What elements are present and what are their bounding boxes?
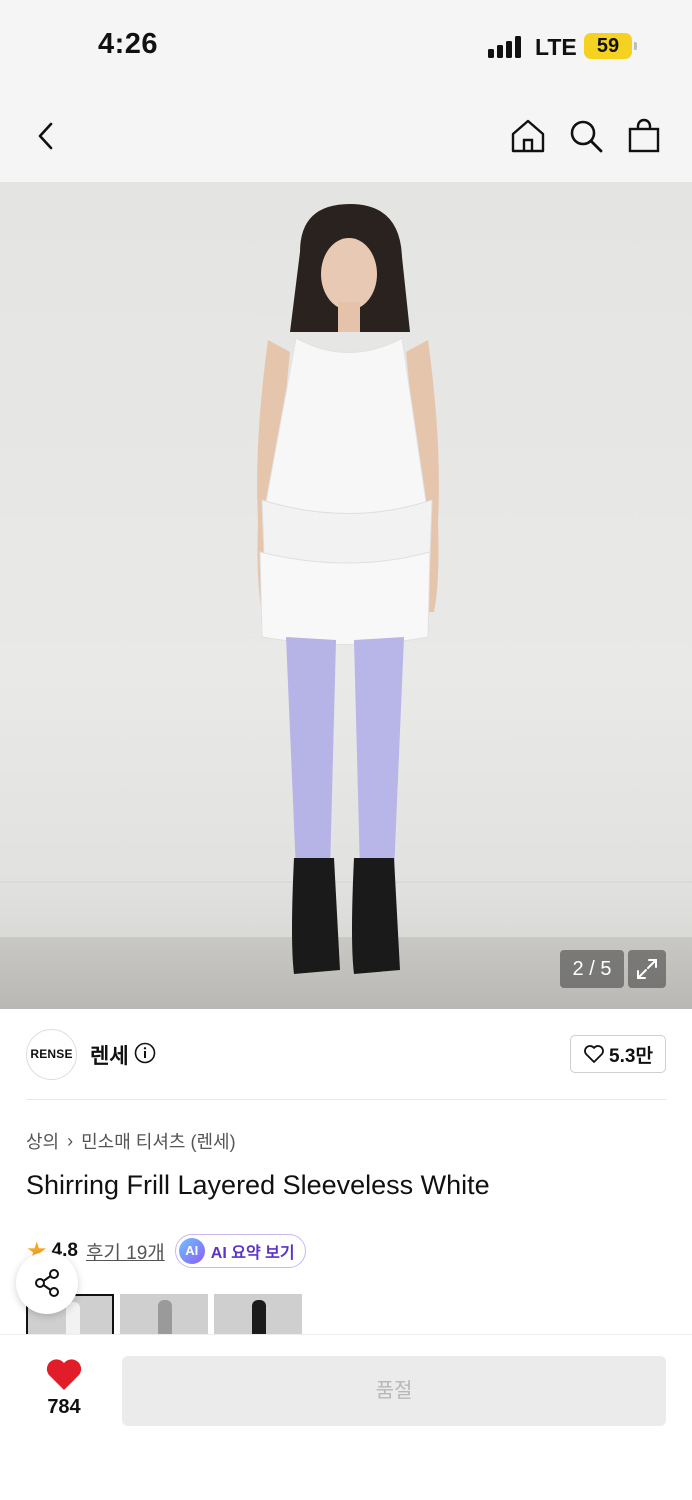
home-icon bbox=[511, 119, 545, 153]
divider bbox=[26, 1099, 666, 1100]
share-button[interactable] bbox=[16, 1252, 78, 1314]
brand-like-button[interactable]: 5.3만 bbox=[570, 1035, 666, 1073]
brand-like-count: 5.3만 bbox=[609, 1045, 653, 1067]
search-icon bbox=[570, 120, 603, 153]
shopping-bag-icon bbox=[628, 118, 660, 153]
share-icon bbox=[35, 1269, 59, 1297]
ai-summary-label: AI 요약 보기 bbox=[210, 1245, 295, 1262]
ai-badge-icon: AI bbox=[178, 1238, 205, 1264]
brand-logo[interactable]: RENSE bbox=[26, 1029, 77, 1080]
product-like-count: 784 bbox=[47, 1396, 81, 1418]
expand-image-button[interactable] bbox=[628, 950, 666, 988]
breadcrumb-category[interactable]: 상의 bbox=[26, 1128, 59, 1154]
breadcrumb: 상의 › 민소매 티셔츠 (렌세) bbox=[26, 1128, 236, 1154]
heart-filled-icon[interactable] bbox=[44, 1356, 84, 1392]
color-thumbnail[interactable] bbox=[120, 1294, 208, 1336]
expand-icon bbox=[637, 959, 657, 979]
heart-outline-icon bbox=[584, 1045, 604, 1063]
ai-summary-button[interactable]: AI AI 요약 보기 bbox=[174, 1234, 306, 1268]
top-nav bbox=[0, 92, 692, 182]
home-button[interactable] bbox=[508, 116, 548, 156]
product-title: Shirring Frill Layered Sleeveless White bbox=[26, 1170, 490, 1200]
back-chevron-icon bbox=[38, 122, 53, 150]
network-label: LTE bbox=[535, 34, 577, 60]
signal-icon bbox=[488, 36, 524, 58]
info-icon[interactable] bbox=[134, 1042, 156, 1064]
back-button[interactable] bbox=[26, 116, 66, 156]
model-photo bbox=[257, 204, 439, 974]
product-image-carousel[interactable]: 2 / 5 bbox=[0, 182, 692, 1009]
breadcrumb-separator: › bbox=[67, 1130, 74, 1151]
status-time: 4:26 bbox=[98, 28, 159, 60]
status-bar: 4:26 LTE 59 bbox=[0, 0, 692, 92]
cart-button[interactable] bbox=[624, 116, 664, 156]
search-button[interactable] bbox=[566, 116, 606, 156]
color-thumbnail[interactable] bbox=[214, 1294, 302, 1336]
brand-name[interactable]: 렌세 bbox=[90, 1040, 129, 1070]
breadcrumb-subcategory[interactable]: 민소매 티셔츠 (렌세) bbox=[81, 1128, 235, 1154]
image-counter: 2 / 5 bbox=[560, 950, 624, 988]
battery-icon: 59 bbox=[584, 33, 637, 59]
reviews-link[interactable]: 후기 19개 bbox=[86, 1238, 165, 1265]
sold-out-button[interactable]: 품절 bbox=[122, 1356, 666, 1426]
